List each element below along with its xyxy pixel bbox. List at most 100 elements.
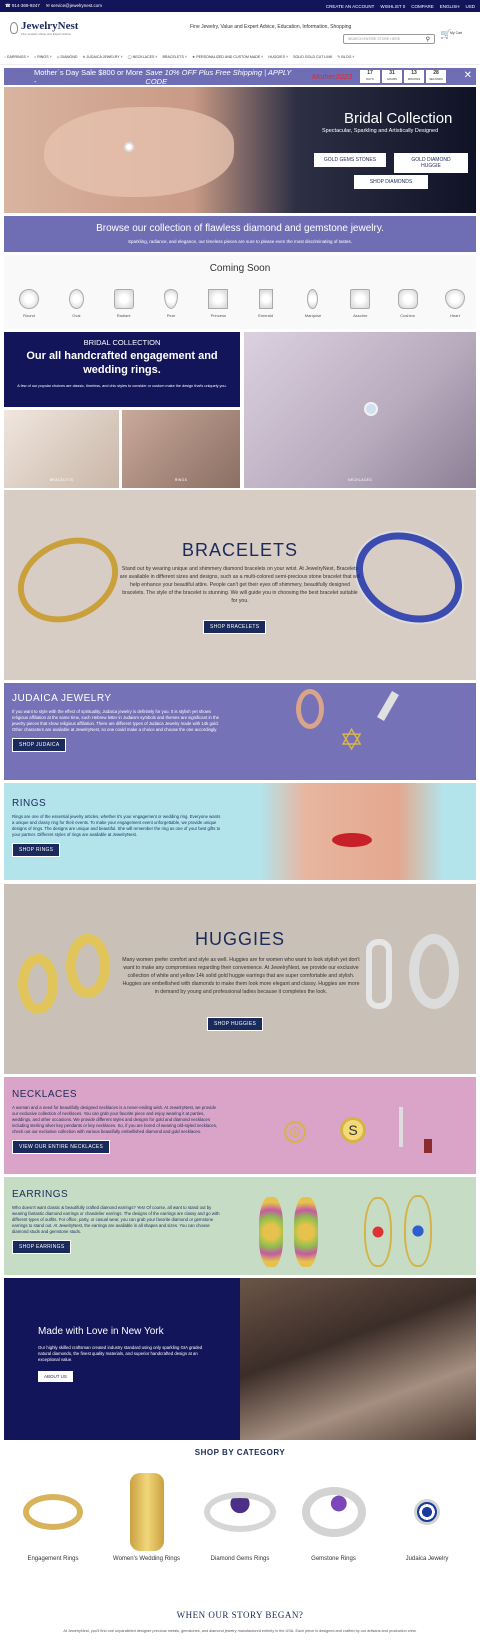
language-selector[interactable]: ENGLISH: [440, 4, 460, 9]
phone-link[interactable]: ☎ 914-369-9247: [5, 3, 40, 9]
pendant-icon: [364, 402, 378, 416]
shop-rings-button[interactable]: SHOP RINGS: [12, 843, 61, 857]
nav-label: DIAMOND: [60, 55, 78, 59]
gold-gems-stones-button[interactable]: GOLD GEMS STONES: [314, 153, 386, 167]
shape-label: Cushion: [400, 313, 415, 318]
nav-personalized[interactable]: ★ PERSONALIZED AND CUSTOM MADE ˅: [192, 55, 263, 59]
shop-huggies-button[interactable]: SHOP HUGGIES: [207, 1017, 264, 1031]
compare-link[interactable]: COMPARE: [411, 4, 433, 9]
lips-shape: [332, 833, 372, 847]
earrings-text: Who doesn't want classic & beautifully c…: [12, 1205, 220, 1234]
wishlist-link[interactable]: WISHLIST 0: [380, 4, 405, 9]
ring-icon: [124, 142, 134, 152]
huggies-section: HUGGIES Many women prefer comfort and st…: [4, 884, 476, 1074]
shape-marquise[interactable]: Marquise: [296, 289, 330, 318]
shop-diamonds-button[interactable]: SHOP DIAMONDS: [354, 175, 428, 189]
shape-emerald[interactable]: Emerald: [249, 289, 283, 318]
countdown-minutes: 13 MINUTES: [404, 70, 424, 83]
countdown-unit: HOURS: [386, 77, 398, 81]
countdown-value: 31: [389, 70, 395, 76]
shop-judaica-button[interactable]: SHOP JUDAICA: [12, 738, 67, 752]
nav-bracelets[interactable]: BRACELETS ˅: [163, 55, 187, 59]
diamond-shapes-row: Round Oval Radiant Pear Princess Emerald…: [12, 289, 472, 318]
silver-pendant-image: [377, 691, 399, 721]
category-engagement-rings[interactable]: Engagement Rings: [8, 1468, 98, 1562]
nav-label: SOLID GOLD CUT LINK: [293, 55, 333, 59]
shape-pear[interactable]: Pear: [154, 289, 188, 318]
site-header: JewelryNest Fine Jewelry Value and Exper…: [0, 12, 480, 50]
browse-text: Sparkling, radiance, and elegance, our t…: [127, 239, 353, 244]
shape-label: Asscher: [353, 313, 368, 318]
necklaces-tile[interactable]: NECKLACES: [244, 332, 476, 488]
nav-rings[interactable]: ○ RINGS ˅: [34, 55, 52, 59]
create-account-link[interactable]: CREATE AN ACCOUNT: [326, 4, 374, 9]
countdown-unit: MINUTES: [407, 77, 421, 81]
shop-earrings-button[interactable]: SHOP EARRINGS: [12, 1240, 72, 1254]
radiant-diamond-icon: [113, 289, 134, 309]
princess-diamond-icon: [208, 289, 229, 309]
hero-banner[interactable]: Bridal Collection Spectacular, Sparkling…: [4, 87, 476, 213]
main-nav: ◌ EARRINGS ˅ ○ RINGS ˅ ◇ DIAMOND ✡ JUDAI…: [0, 50, 480, 65]
shape-princess[interactable]: Princess: [201, 289, 235, 318]
category-diamond-gems-rings[interactable]: Diamond Gems Rings: [195, 1468, 285, 1562]
search-input[interactable]: SEARCH ENTIRE STORE HERE ⚲: [343, 34, 435, 44]
rings-section: RINGS Rings are one of the essential jew…: [4, 783, 476, 880]
shape-heart[interactable]: Heart: [438, 289, 472, 318]
shape-radiant[interactable]: Radiant: [107, 289, 141, 318]
search-icon[interactable]: ⚲: [426, 36, 430, 43]
bridal-text: A few of our popular choices are classic…: [17, 384, 227, 388]
category-label: Gemstone Rings: [311, 1556, 356, 1562]
category-womens-wedding-rings[interactable]: Women's Wedding Rings: [102, 1468, 192, 1562]
nav-huggies[interactable]: HUGGIES ˅: [268, 55, 288, 59]
header-tagline: Fine Jewelry, Value and Expert Advice, E…: [190, 24, 352, 30]
top-bar: ☎ 914-369-9247 ✉ service@jewelrynest.com…: [0, 0, 480, 12]
shape-cushion[interactable]: Cushion: [391, 289, 425, 318]
shop-bracelets-button[interactable]: SHOP BRACELETS: [203, 620, 267, 634]
nav-judaica[interactable]: ✡ JUDAICA JEWELRY ˅: [82, 55, 122, 59]
view-necklaces-button[interactable]: VIEW OUR ENTIRE NECKLACES: [12, 1140, 111, 1154]
countdown-hours: 31 HOURS: [382, 70, 402, 83]
countdown-value: 13: [411, 70, 417, 76]
browse-banner: Browse our collection of flawless diamon…: [4, 216, 476, 252]
shape-asscher[interactable]: Asscher: [343, 289, 377, 318]
cart-button[interactable]: 🛒 My Cart: [440, 29, 462, 40]
cushion-diamond-icon: [397, 289, 418, 309]
sapphire-bracelet-image: [341, 515, 477, 640]
category-gemstone-rings[interactable]: Gemstone Rings: [289, 1468, 379, 1562]
rings-title: RINGS: [12, 798, 47, 809]
nav-earrings[interactable]: ◌ EARRINGS ˅: [4, 55, 29, 59]
rings-text: Rings are one of the essential jewelry a…: [12, 814, 221, 837]
shape-round[interactable]: Round: [12, 289, 46, 318]
shape-oval[interactable]: Oval: [59, 289, 93, 318]
close-icon[interactable]: ✕: [464, 70, 472, 81]
nav-gold-cut-link[interactable]: SOLID GOLD CUT LINK: [293, 55, 332, 59]
gold-diamond-huggie-button[interactable]: GOLD DIAMOND HUGGIE: [394, 153, 468, 173]
nav-diamond[interactable]: ◇ DIAMOND: [57, 55, 78, 59]
shape-label: Radiant: [116, 313, 131, 318]
made-with-love-section: Made with Love in New York Our highly sk…: [4, 1278, 240, 1440]
rose-gold-ring-image: [296, 689, 324, 729]
nav-necklaces[interactable]: ◯ NECKLACES ˅: [128, 55, 158, 59]
shape-label: Princess: [210, 313, 226, 318]
promo-text: Mother`s Day Sale $800 or More -: [34, 67, 143, 86]
site-logo[interactable]: JewelryNest Fine Jewelry Value and Exper…: [10, 20, 78, 36]
nav-blog[interactable]: ✎ BLOG ˅: [337, 55, 354, 59]
bracelets-tile[interactable]: BRACELETS: [4, 410, 119, 488]
asscher-diamond-icon: [350, 289, 371, 309]
countdown-unit: DAYS: [366, 77, 374, 81]
rings-tile[interactable]: RINGS: [122, 410, 240, 488]
story-title: WHEN OUR STORY BEGAN?: [176, 1610, 304, 1620]
currency-selector[interactable]: USD: [465, 4, 475, 9]
bracelets-title: BRACELETS: [181, 540, 299, 560]
category-judaica-jewelry[interactable]: Judaica Jewelry: [382, 1468, 472, 1562]
email-link[interactable]: ✉ service@jewelrynest.com: [46, 3, 102, 9]
shape-label: Pear: [166, 313, 176, 318]
about-us-button[interactable]: ABOUT US: [38, 1371, 73, 1382]
amethyst-ring-image: [204, 1492, 276, 1532]
nav-label: BRACELETS: [162, 55, 184, 59]
heart-diamond-icon: [444, 289, 465, 309]
category-label: Engagement Rings: [27, 1556, 79, 1562]
tile-caption: NECKLACES: [348, 478, 372, 482]
necklaces-section: NECKLACES A woman and a need for beautif…: [4, 1077, 476, 1174]
nav-label: RINGS: [37, 55, 49, 59]
